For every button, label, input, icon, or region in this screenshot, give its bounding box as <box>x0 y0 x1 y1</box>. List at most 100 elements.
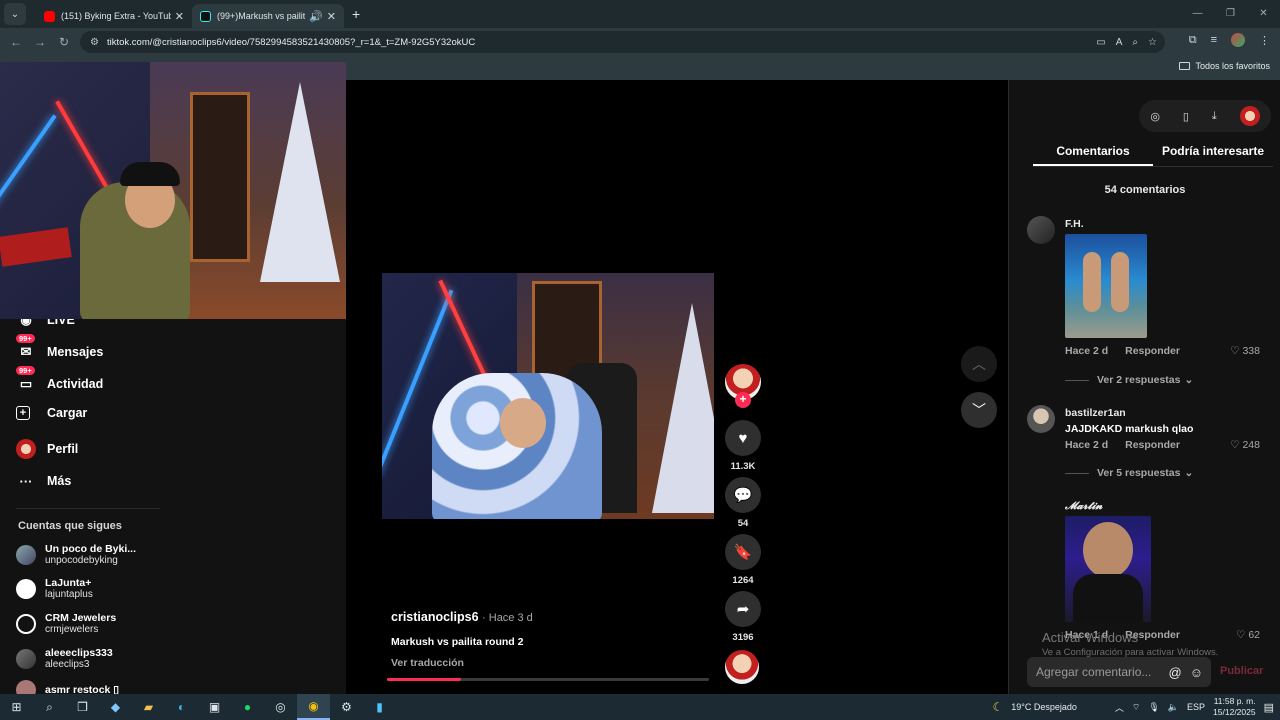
comment-input[interactable]: Agregar comentario... @ ☺ <box>1027 657 1211 687</box>
tab-title: (99+)Markush vs pailita rou <box>217 11 306 21</box>
url-text[interactable]: tiktok.com/@cristianoclips6/video/758299… <box>107 37 1096 48</box>
edge-icon[interactable]: ◐ <box>165 694 198 720</box>
sound-avatar[interactable] <box>725 650 759 684</box>
close-tab-icon[interactable]: ✕ <box>175 10 184 23</box>
emoji-icon[interactable]: ☺ <box>1190 665 1203 680</box>
extensions-icon[interactable]: ⧉ <box>1189 34 1197 47</box>
like-action[interactable]: ♥ 11.3K <box>725 420 761 472</box>
share-action[interactable]: ➦ 3196 <box>725 591 761 643</box>
cast-icon[interactable]: ▭ <box>1096 37 1105 48</box>
share-icon[interactable]: ➦ <box>725 591 761 627</box>
comment-user[interactable]: bastilzer1an <box>1065 407 1126 419</box>
media-controls-icon[interactable]: ≡ <box>1211 34 1217 46</box>
back-icon[interactable]: ← <box>4 35 28 49</box>
view-replies-button[interactable]: Ver 2 respuestas ⌄ <box>1065 374 1193 386</box>
weather-icon[interactable]: ☾ <box>992 700 1003 714</box>
previous-video-button[interactable]: ︿ <box>961 346 997 382</box>
comment-icon[interactable]: 💬 <box>725 477 761 513</box>
weather-text[interactable]: 19°C Despejado <box>1011 702 1077 712</box>
copilot-icon[interactable]: ◆ <box>99 694 132 720</box>
reload-icon[interactable]: ↻ <box>52 35 76 49</box>
reply-button[interactable]: Responder <box>1125 439 1180 451</box>
tab-comments[interactable]: Comentarios <box>1033 144 1153 166</box>
site-info-icon[interactable]: ⚙ <box>90 37 99 48</box>
mention-icon[interactable]: @ <box>1169 665 1182 680</box>
download-icon[interactable]: ⤓ <box>1212 110 1217 123</box>
bookmark-icon[interactable]: 🔖 <box>725 534 761 570</box>
speaker-icon[interactable]: 🔊 <box>309 10 323 23</box>
publish-button[interactable]: Publicar <box>1220 665 1263 677</box>
reply-button[interactable]: Responder <box>1125 345 1180 357</box>
language-indicator[interactable]: ESP <box>1187 702 1205 712</box>
following-item[interactable]: CRM Jewelers crmjewelers <box>16 612 116 635</box>
store-icon[interactable]: ▣ <box>198 694 231 720</box>
next-video-button[interactable]: ﹀ <box>961 392 997 428</box>
obs-icon[interactable]: ◎ <box>264 694 297 720</box>
following-item[interactable]: aleeeclips333 aleeclips3 <box>16 647 113 670</box>
all-bookmarks-label: Todos los favoritos <box>1195 61 1270 71</box>
comment-user[interactable]: F.H. <box>1065 218 1084 230</box>
browser-menu-icon[interactable]: ⋮ <box>1259 34 1270 47</box>
network-icon[interactable]: ⌔ <box>1132 702 1140 713</box>
sidebar-item-more[interactable]: ··· Más <box>16 471 72 491</box>
sidebar-item-profile[interactable]: Perfil <box>16 439 78 459</box>
profile-icon <box>16 439 36 459</box>
tab-tiktok[interactable]: (99+)Markush vs pailita rou 🔊 ✕ <box>192 4 344 28</box>
heart-icon[interactable]: ♥ <box>725 420 761 456</box>
translate-icon[interactable]: A <box>1116 37 1123 48</box>
minimize-icon[interactable]: — <box>1181 0 1214 28</box>
spotify-icon[interactable]: ● <box>231 694 264 720</box>
profile-avatar[interactable] <box>1231 33 1245 47</box>
avatar[interactable] <box>1027 216 1055 244</box>
comment-user[interactable]: 𝓜𝓪𝓻𝓽𝓲𝓷 <box>1065 500 1102 513</box>
forward-icon[interactable]: → <box>28 35 52 49</box>
video-player[interactable] <box>382 273 714 519</box>
comment-like[interactable]: ♡ 248 <box>1230 439 1260 451</box>
video-author[interactable]: cristianoclips6 · Hace 3 d <box>391 610 533 624</box>
notification-icon[interactable]: ▤ <box>1264 701 1274 714</box>
comment-image[interactable] <box>1065 234 1147 338</box>
tab-suggested[interactable]: Podría interesarte <box>1153 144 1273 166</box>
comment-action[interactable]: 💬 54 <box>725 477 761 529</box>
view-replies-button[interactable]: Ver 5 respuestas ⌄ <box>1065 467 1193 479</box>
zoom-icon[interactable]: ⌕ <box>1132 37 1138 48</box>
follow-plus-button[interactable]: + <box>735 392 751 408</box>
comment-like[interactable]: ♡ 338 <box>1230 345 1260 357</box>
avatar[interactable] <box>1239 106 1260 126</box>
steam-icon[interactable]: ⚙ <box>330 694 363 720</box>
author-name[interactable]: cristianoclips6 <box>391 610 479 624</box>
tab-youtube[interactable]: (151) Byking Extra - YouTube ✕ <box>36 4 192 28</box>
video-progress-bar[interactable] <box>387 678 709 681</box>
file-explorer-icon[interactable]: ▰ <box>132 694 165 720</box>
tab-search-button[interactable]: ⌄ <box>4 3 26 25</box>
close-tab-icon[interactable]: ✕ <box>327 10 336 23</box>
app-icon[interactable]: ▮ <box>363 694 396 720</box>
sidebar-item-activity[interactable]: ▭ 99+ Actividad <box>16 366 103 394</box>
avatar[interactable] <box>1027 405 1055 433</box>
sidebar-item-messages[interactable]: ✉ 99+ Mensajes <box>16 334 103 362</box>
new-tab-button[interactable]: + <box>352 6 360 22</box>
save-action[interactable]: 🔖 1264 <box>725 534 761 586</box>
close-window-icon[interactable]: ✕ <box>1247 0 1280 28</box>
following-item[interactable]: LaJunta+ lajuntaplus <box>16 577 93 600</box>
task-view-icon[interactable]: ❒ <box>66 694 99 720</box>
chevron-up-icon[interactable]: ︿ <box>1115 701 1124 714</box>
clock[interactable]: 11:58 p. m. 15/12/2025 <box>1213 696 1256 718</box>
translate-link[interactable]: Ver traducción <box>391 657 464 669</box>
comment-image[interactable] <box>1065 516 1151 622</box>
save-count: 1264 <box>732 575 754 586</box>
bookmark-star-icon[interactable]: ☆ <box>1148 37 1157 48</box>
search-icon[interactable]: ⌕ <box>33 694 66 720</box>
restore-icon[interactable]: ❐ <box>1214 0 1247 28</box>
speaker-icon[interactable]: 🔈 <box>1168 702 1179 713</box>
comment-like[interactable]: ♡ 62 <box>1236 629 1260 641</box>
address-bar[interactable]: ⚙ tiktok.com/@cristianoclips6/video/7582… <box>80 31 1165 53</box>
windows-start-icon[interactable]: ⊞ <box>0 694 33 720</box>
following-item[interactable]: Un poco de Byki... unpocodebyking <box>16 543 136 566</box>
compass-icon[interactable]: ◎ <box>1150 110 1160 123</box>
all-bookmarks-button[interactable]: Todos los favoritos <box>1179 61 1270 71</box>
mobile-icon[interactable]: ▯ <box>1183 110 1189 123</box>
sidebar-item-upload[interactable]: + Cargar <box>16 406 87 420</box>
microphone-icon[interactable]: 🎙 <box>1148 702 1159 713</box>
chrome-icon[interactable]: ◉ <box>297 694 330 720</box>
